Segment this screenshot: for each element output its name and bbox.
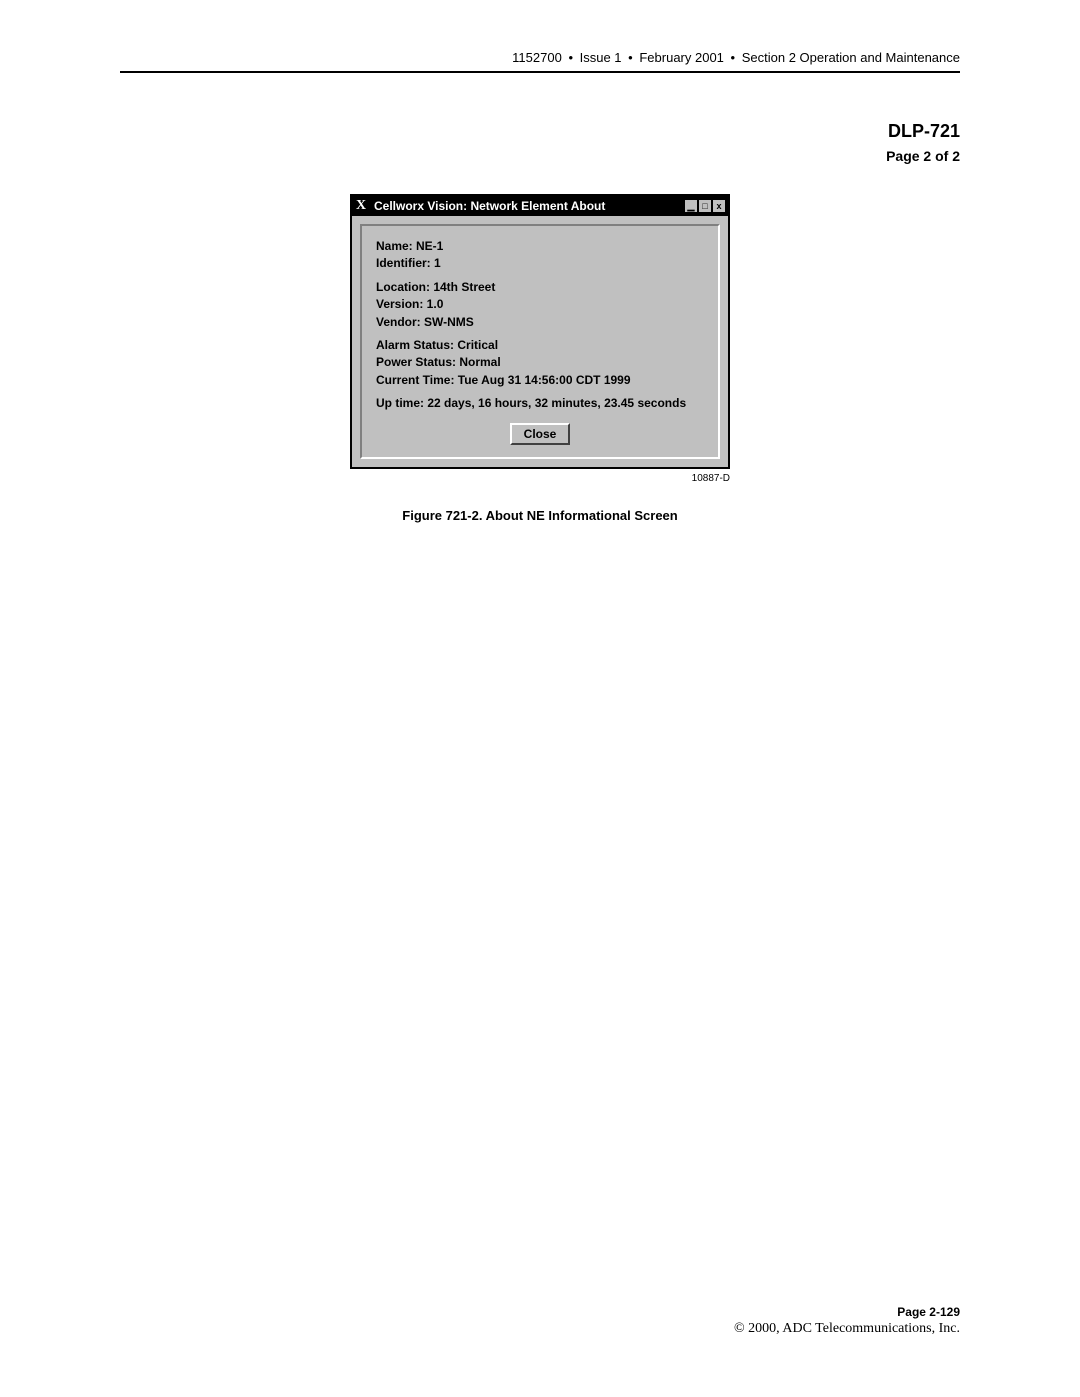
page-header: 1152700 • Issue 1 • February 2001 • Sect… — [120, 50, 960, 73]
field-alarm-status: Alarm Status: Critical — [376, 337, 704, 354]
about-panel: Name: NE-1 Identifier: 1 Location: 14th … — [360, 224, 720, 459]
field-name: Name: NE-1 — [376, 238, 704, 255]
field-power-status: Power Status: Normal — [376, 354, 704, 371]
page-number: Page 2-129 — [734, 1305, 960, 1319]
dlp-page-indicator: Page 2 of 2 — [120, 148, 960, 164]
field-uptime: Up time: 22 days, 16 hours, 32 minutes, … — [376, 395, 704, 412]
bullet-icon: • — [565, 50, 576, 65]
field-current-time: Current Time: Tue Aug 31 14:56:00 CDT 19… — [376, 372, 704, 389]
window-titlebar: X Cellworx Vision: Network Element About… — [352, 196, 728, 216]
window-title: Cellworx Vision: Network Element About — [368, 199, 684, 213]
figure-id: 10887-D — [350, 473, 730, 484]
field-version: Version: 1.0 — [376, 296, 704, 313]
date: February 2001 — [639, 50, 724, 65]
minimize-button[interactable]: ▁ — [684, 199, 698, 213]
bullet-icon: • — [625, 50, 636, 65]
issue: Issue 1 — [580, 50, 622, 65]
close-window-button[interactable]: x — [712, 199, 726, 213]
field-vendor: Vendor: SW-NMS — [376, 314, 704, 331]
close-button[interactable]: Close — [510, 423, 571, 445]
copyright: © 2000, ADC Telecommunications, Inc. — [734, 1321, 960, 1337]
section: Section 2 Operation and Maintenance — [742, 50, 960, 65]
field-identifier: Identifier: 1 — [376, 255, 704, 272]
doc-number: 1152700 — [512, 50, 562, 65]
system-menu-icon[interactable]: X — [354, 198, 368, 214]
maximize-button[interactable]: □ — [698, 199, 712, 213]
figure-caption: Figure 721-2. About NE Informational Scr… — [350, 508, 730, 523]
about-window: X Cellworx Vision: Network Element About… — [350, 194, 730, 469]
bullet-icon: • — [728, 50, 739, 65]
dlp-title: DLP-721 — [120, 121, 960, 142]
page-footer: Page 2-129 © 2000, ADC Telecommunication… — [734, 1305, 960, 1337]
field-location: Location: 14th Street — [376, 279, 704, 296]
